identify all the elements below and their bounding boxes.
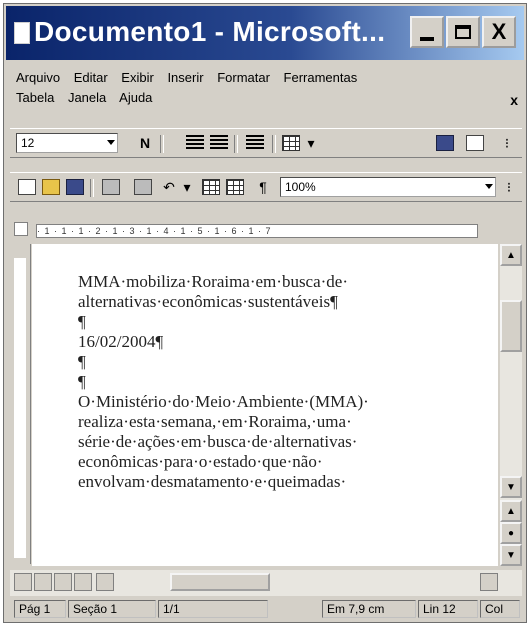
save-icon[interactable] (66, 179, 84, 195)
status-column: Col (480, 600, 520, 618)
menu-ferramentas[interactable]: Ferramentas (284, 70, 358, 85)
status-line: Lin 12 (418, 600, 478, 618)
menu-exibir[interactable]: Exibir (121, 70, 154, 85)
outline-view-button[interactable] (74, 573, 92, 591)
toolbar-options-icon[interactable]: ⁝ (498, 135, 516, 151)
vertical-ruler (10, 244, 31, 564)
borders-icon[interactable] (282, 135, 300, 151)
zoom-select[interactable]: 100% (280, 177, 496, 197)
align-right-icon[interactable] (210, 135, 228, 151)
print-layout-view-button[interactable] (54, 573, 72, 591)
doc-line: alternativas·econômicas·sustentáveis¶ (78, 292, 338, 311)
numbered-list-icon[interactable] (246, 135, 264, 151)
toolbar-separator (234, 135, 238, 153)
print-preview-icon[interactable] (134, 179, 152, 195)
tab-selector[interactable] (14, 222, 28, 236)
web-layout-view-button[interactable] (34, 573, 52, 591)
document-page[interactable]: MMA·mobiliza·Roraima·em·busca·de· altern… (32, 244, 498, 566)
doc-line: econômicas·para·o·estado·que·não· (78, 452, 323, 471)
insert-excel-icon[interactable] (226, 179, 244, 195)
doc-line: MMA·mobiliza·Roraima·em·busca·de· (78, 272, 349, 291)
horizontal-scroll-thumb[interactable] (170, 573, 270, 591)
undo-dropdown-icon[interactable]: ▾ (178, 179, 196, 195)
menu-formatar[interactable]: Formatar (217, 70, 270, 85)
maximize-icon (455, 25, 471, 39)
horizontal-scrollbar[interactable] (10, 570, 522, 596)
scroll-left-button[interactable] (96, 573, 114, 591)
toolbar-options-icon[interactable]: ⁝ (500, 179, 518, 195)
document-close-button[interactable]: x (510, 92, 518, 108)
toolbar-separator (90, 179, 94, 197)
menu-tabela[interactable]: Tabela (16, 90, 54, 105)
doc-line: O·Ministério·do·Meio·Ambiente·(MMA)· (78, 392, 369, 411)
doc-line: ¶ (78, 372, 86, 391)
title-bar[interactable]: Documento1 - Microsoft... X (6, 6, 524, 60)
menu-row-2: Tabela Janela Ajuda (16, 90, 162, 105)
vertical-ruler-scale (14, 258, 26, 558)
undo-icon[interactable]: ↶ (160, 179, 178, 195)
scroll-right-button[interactable] (480, 573, 498, 591)
open-folder-icon[interactable] (42, 179, 60, 195)
normal-view-button[interactable] (14, 573, 32, 591)
word-document-icon[interactable] (14, 22, 30, 44)
menu-arquivo[interactable]: Arquivo (16, 70, 60, 85)
align-center-icon[interactable] (186, 135, 204, 151)
doc-line: ¶ (78, 352, 86, 371)
zoom-value: 100% (285, 180, 316, 194)
select-browse-object-button[interactable]: ● (500, 522, 522, 544)
show-hide-paragraph-button[interactable]: ¶ (254, 179, 272, 195)
doc-line: 16/02/2004¶ (78, 332, 164, 351)
doc-line: realiza·esta·semana,·em·Roraima,·uma· (78, 412, 352, 431)
toolbar-separator (272, 135, 276, 153)
scroll-up-button[interactable]: ▲ (500, 244, 522, 266)
doc-line: ¶ (78, 312, 86, 331)
next-page-button[interactable]: ▼ (500, 544, 522, 566)
toolbar-separator (160, 135, 164, 153)
chevron-down-icon (485, 184, 493, 189)
insert-table-icon[interactable] (202, 179, 220, 195)
word-window: Documento1 - Microsoft... X Arquivo Edit… (3, 3, 527, 623)
doc-line: série·de·ações·em·busca·de·alternativas· (78, 432, 358, 451)
ruler-scale: · 1 · 1 · 1 · 2 · 1 · 3 · 1 · 4 · 1 · 5 … (36, 224, 478, 238)
save-icon[interactable] (436, 135, 454, 151)
menu-row-1: Arquivo Editar Exibir Inserir Formatar F… (16, 70, 367, 85)
print-icon[interactable] (102, 179, 120, 195)
minimize-icon (420, 37, 434, 41)
status-pages: 1/1 (158, 600, 268, 618)
close-button[interactable]: X (482, 16, 516, 48)
doc-line: envolvam·desmatamento·e·queimadas· (78, 472, 347, 491)
bold-button[interactable]: N (136, 135, 154, 151)
page-icon[interactable] (466, 135, 484, 151)
menu-janela[interactable]: Janela (68, 90, 106, 105)
document-text[interactable]: MMA·mobiliza·Roraima·em·busca·de· altern… (78, 272, 488, 492)
font-size-value: 12 (21, 136, 35, 150)
formatting-toolbar: 12 N ▾ ⁝ (10, 128, 522, 158)
status-bar: Pág 1 Seção 1 1/1 Em 7,9 cm Lin 12 Col (10, 600, 522, 620)
vertical-scrollbar[interactable]: ▲ ▼ ▲ ● ▼ (500, 244, 522, 566)
chevron-down-icon (107, 140, 115, 145)
status-position: Em 7,9 cm (322, 600, 416, 618)
maximize-button[interactable] (446, 16, 480, 48)
vertical-scroll-thumb[interactable] (500, 300, 522, 352)
menu-bar: Arquivo Editar Exibir Inserir Formatar F… (10, 66, 522, 112)
borders-dropdown-icon[interactable]: ▾ (302, 135, 320, 151)
window-title: Documento1 - Microsoft... (34, 16, 386, 47)
menu-inserir[interactable]: Inserir (167, 70, 203, 85)
menu-editar[interactable]: Editar (74, 70, 108, 85)
status-page: Pág 1 (14, 600, 66, 618)
new-document-icon[interactable] (18, 179, 36, 195)
horizontal-ruler[interactable]: · 1 · 1 · 1 · 2 · 1 · 3 · 1 · 4 · 1 · 5 … (10, 218, 522, 242)
previous-page-button[interactable]: ▲ (500, 500, 522, 522)
menu-ajuda[interactable]: Ajuda (119, 90, 152, 105)
status-section: Seção 1 (68, 600, 156, 618)
scroll-down-button[interactable]: ▼ (500, 476, 522, 498)
standard-toolbar: ↶ ▾ ¶ 100% ⁝ (10, 172, 522, 202)
minimize-button[interactable] (410, 16, 444, 48)
font-size-select[interactable]: 12 (16, 133, 118, 153)
